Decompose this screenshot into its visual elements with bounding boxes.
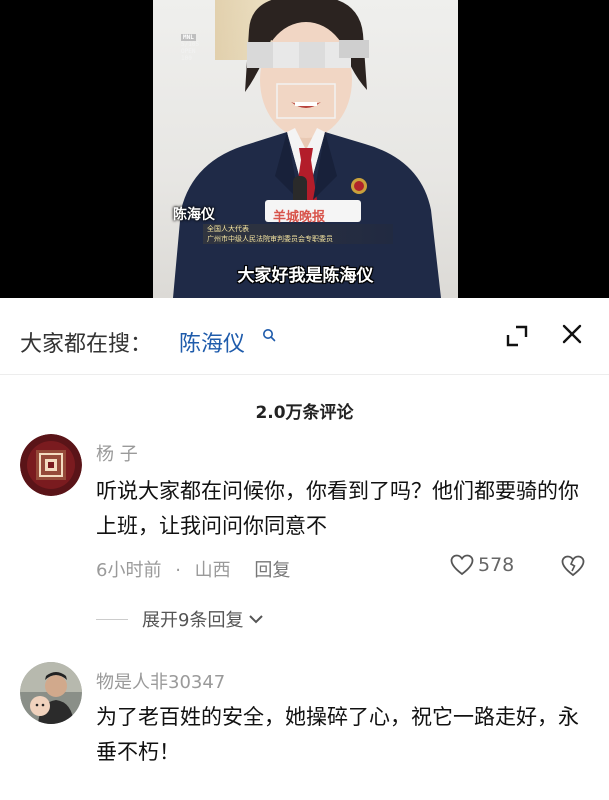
channel-watermark: MNL 5/105 OPEN 100 — [181, 34, 200, 62]
caption-line-1: 全国人大代表 — [207, 225, 249, 233]
caption-line-2: 广州市中级人民法院审判委员会专职委员 — [207, 235, 333, 243]
meta-separator: · — [175, 560, 181, 581]
like-button[interactable]: 578 — [450, 554, 514, 576]
newspaper-logo: 羊城晚报 — [273, 210, 326, 225]
comment-item: 物是人非30347 为了老百姓的安全，她操碎了心，祝它一路走好，永垂不朽！ — [0, 658, 609, 800]
video-frame: MNL 5/105 OPEN 100 羊城晚报 陈海仪 全国人大代表 广州市中级… — [153, 0, 458, 298]
comment-item: 杨 子 听说大家都在问候你，你看到了吗？他们都要骑的你上班，让我问问你同意不 6… — [0, 430, 609, 640]
comment-meta: 6小时前 · 山西 回复 — [96, 556, 290, 582]
comment-text: 听说大家都在问候你，你看到了吗？他们都要骑的你上班，让我问问你同意不 — [96, 479, 579, 538]
expand-replies-button[interactable]: 展开9条回复 — [96, 606, 265, 632]
avatar[interactable] — [20, 434, 82, 496]
close-icon[interactable] — [560, 322, 584, 346]
search-prefix-label: 大家都在搜： — [20, 332, 153, 357]
search-icon[interactable] — [262, 328, 276, 342]
comment-location: 山西 — [194, 560, 231, 581]
trending-search-bar: 大家都在搜： 陈海仪 — [0, 298, 609, 375]
video-player[interactable]: MNL 5/105 OPEN 100 羊城晚报 陈海仪 全国人大代表 广州市中级… — [0, 0, 609, 298]
reply-button[interactable]: 回复 — [254, 560, 290, 581]
comments-count-title: 2.0万条评论 — [255, 403, 354, 423]
comment-author[interactable]: 杨 子 — [96, 440, 138, 466]
comment-time: 6小时前 — [96, 560, 162, 581]
broken-heart-icon[interactable] — [561, 555, 585, 577]
like-count: 578 — [478, 554, 515, 576]
speaker-name-caption: 陈海仪 — [173, 207, 215, 223]
comment-author[interactable]: 物是人非30347 — [96, 668, 225, 694]
expand-icon[interactable] — [504, 323, 530, 349]
expand-replies-label: 展开9条回复 — [142, 610, 244, 631]
video-subtitle: 大家好我是陈海仪 — [237, 266, 374, 286]
avatar-photo-icon — [20, 662, 82, 724]
comment-text: 为了老百姓的安全，她操碎了心，祝它一路走好，永垂不朽！ — [96, 705, 579, 764]
expand-divider — [96, 618, 128, 620]
avatar[interactable] — [20, 662, 82, 724]
chevron-down-icon — [249, 615, 264, 624]
speaker-title-caption: 全国人大代表 广州市中级人民法院审判委员会专职委员 — [203, 224, 393, 244]
search-keyword-link[interactable]: 陈海仪 — [179, 326, 245, 358]
avatar-pattern-icon — [20, 434, 82, 496]
heart-icon — [450, 554, 474, 576]
